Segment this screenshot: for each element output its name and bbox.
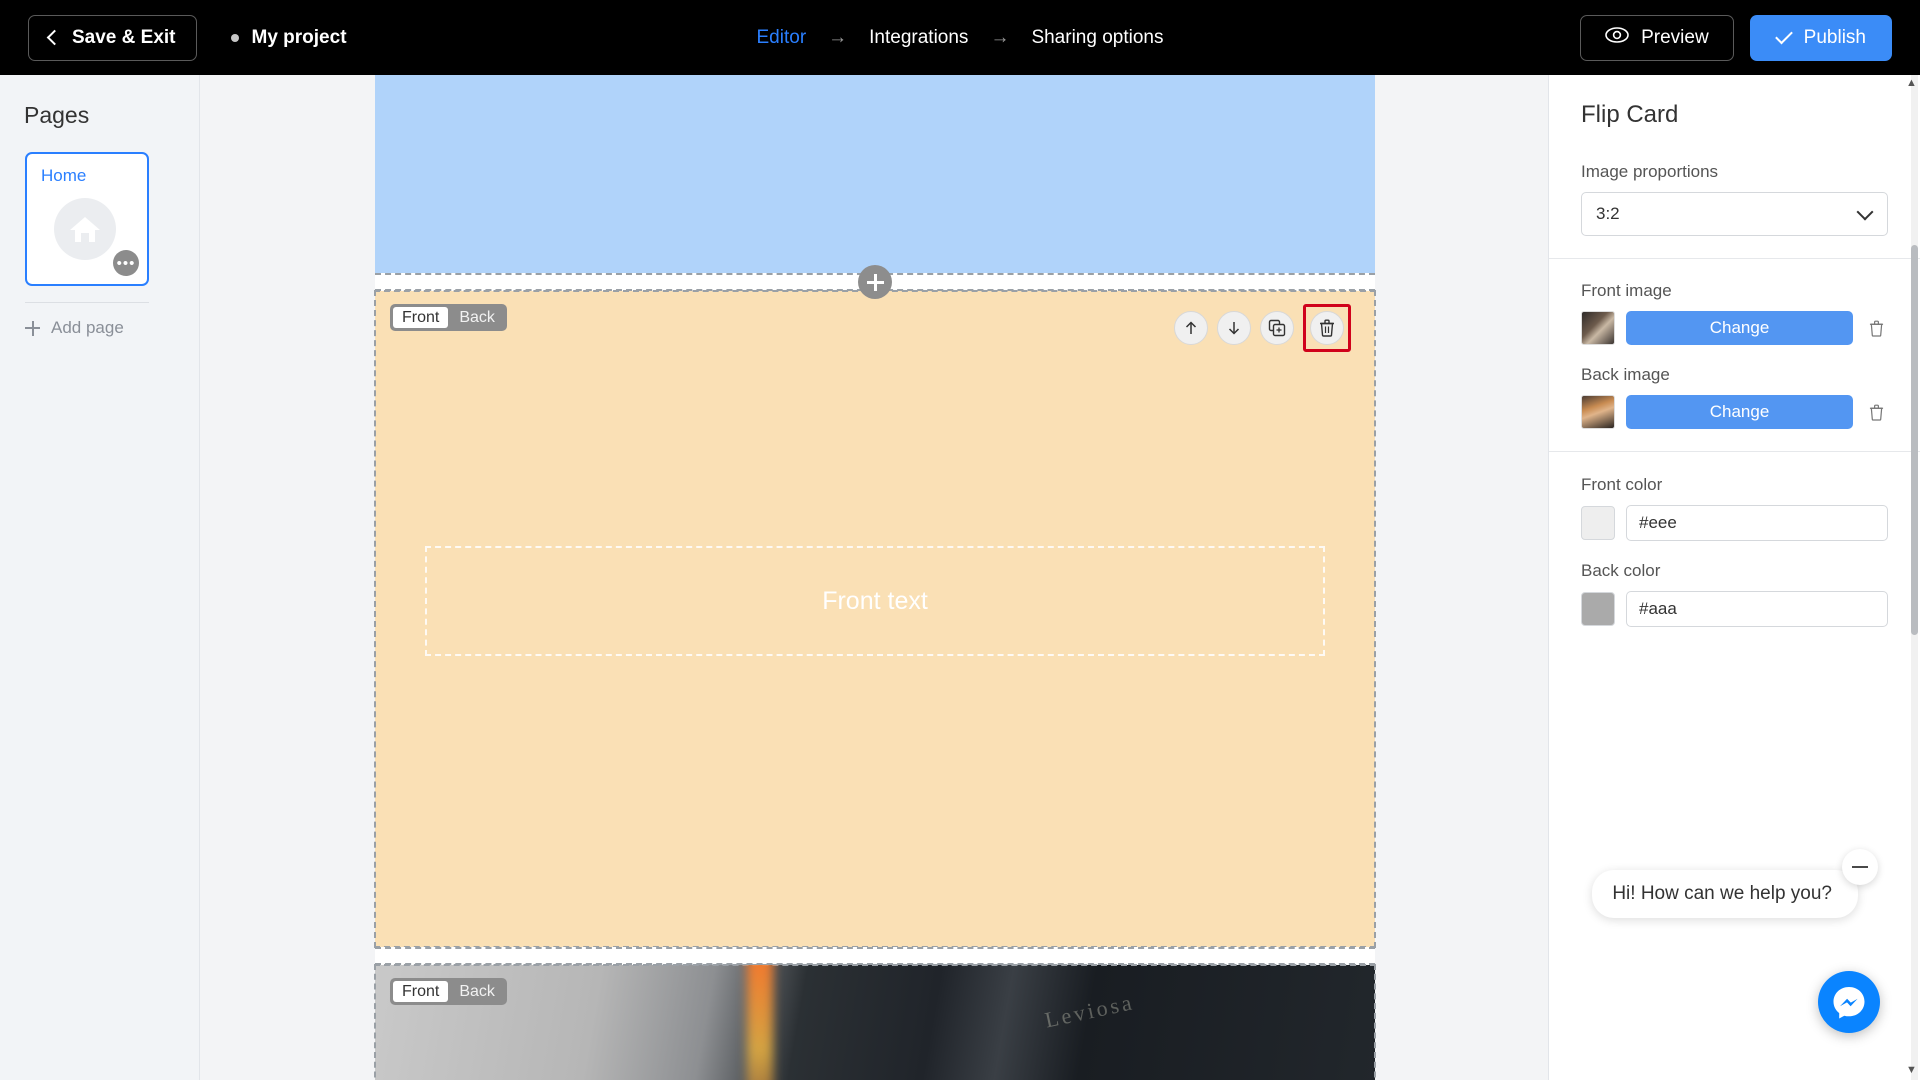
back-image-thumbnail[interactable] <box>1581 395 1615 429</box>
front-image-row: Change <box>1581 311 1888 345</box>
properties-panel: Flip Card Image proportions 3:2 Front im… <box>1548 75 1920 1080</box>
top-bar-actions: Preview Publish <box>1580 14 1892 61</box>
back-color-swatch[interactable] <box>1581 592 1615 626</box>
breadcrumb-item-integrations[interactable]: Integrations <box>869 27 968 49</box>
delete-button-highlight <box>1303 304 1351 352</box>
image-proportions-group: Image proportions 3:2 <box>1549 162 1920 236</box>
messenger-icon <box>1833 987 1865 1019</box>
scroll-up-arrow-icon[interactable]: ▲ <box>1905 77 1918 89</box>
panel-title: Flip Card <box>1581 101 1679 128</box>
breadcrumb-item-sharing-options[interactable]: Sharing options <box>1031 27 1163 49</box>
delete-button[interactable] <box>1310 311 1344 345</box>
project-name-indicator: My project <box>230 26 347 49</box>
image-proportions-label: Image proportions <box>1581 162 1719 181</box>
move-down-button[interactable] <box>1217 311 1251 345</box>
toggle-option-back[interactable]: Back <box>450 307 504 328</box>
back-color-group: Back color <box>1549 561 1920 627</box>
preview-label: Preview <box>1641 26 1709 48</box>
front-color-group: Front color <box>1549 475 1920 541</box>
back-image-group: Back image Change <box>1549 365 1920 429</box>
page-content: Front Back Front text Leviosa Front Back <box>374 75 1376 1080</box>
chat-greeting-bubble[interactable]: Hi! How can we help you? <box>1592 870 1858 918</box>
back-color-label: Back color <box>1581 561 1661 580</box>
check-icon <box>1774 26 1793 45</box>
section-toolbar <box>1174 304 1351 352</box>
section-separator <box>375 265 1375 299</box>
section-flip-card-2[interactable]: Leviosa Front Back <box>374 964 1376 1080</box>
front-image-thumbnail[interactable] <box>1581 311 1615 345</box>
editor-app: Save & Exit My project Editor → Integrat… <box>0 0 1920 1080</box>
scroll-down-arrow-icon[interactable]: ▼ <box>1905 1064 1918 1076</box>
change-front-image-button[interactable]: Change <box>1626 311 1853 345</box>
front-back-toggle-2[interactable]: Front Back <box>390 978 507 1005</box>
image-proportions-select[interactable]: 3:2 <box>1581 192 1888 236</box>
save-and-exit-label: Save & Exit <box>72 26 176 48</box>
preview-button[interactable]: Preview <box>1580 14 1734 61</box>
minus-icon <box>1852 865 1868 869</box>
save-and-exit-button[interactable]: Save & Exit <box>28 14 197 61</box>
chat-minimize-button[interactable] <box>1842 849 1878 885</box>
front-image-label: Front image <box>1581 281 1672 300</box>
move-up-button[interactable] <box>1174 311 1208 345</box>
add-page-label: Add page <box>51 318 124 337</box>
duplicate-button[interactable] <box>1260 311 1294 345</box>
page-card-label: Home <box>41 166 87 185</box>
back-color-input[interactable] <box>1626 591 1888 627</box>
front-color-input[interactable] <box>1626 505 1888 541</box>
home-icon <box>54 198 116 260</box>
panel-divider <box>1549 451 1920 452</box>
front-image-group: Front image Change <box>1549 281 1920 345</box>
delete-back-image-button[interactable] <box>1864 404 1888 421</box>
breadcrumb-item-editor[interactable]: Editor <box>757 27 807 49</box>
chevron-down-icon <box>1856 203 1874 220</box>
project-name-label: My project <box>251 26 347 48</box>
arrow-right-icon: → <box>990 26 1010 48</box>
pages-sidebar: Pages Home ••• Add page <box>0 75 200 1080</box>
editor-canvas: Front Back Front text Leviosa Front Back <box>200 75 1548 1080</box>
photo-flare <box>747 965 773 1080</box>
toggle-option-back[interactable]: Back <box>450 981 504 1002</box>
delete-front-image-button[interactable] <box>1864 320 1888 337</box>
plus-icon <box>25 320 40 336</box>
back-image-row: Change <box>1581 395 1888 429</box>
toggle-option-front[interactable]: Front <box>393 981 449 1002</box>
chevron-left-icon <box>46 29 63 46</box>
publish-label: Publish <box>1803 26 1866 48</box>
plus-icon <box>866 273 884 291</box>
panel-scrollbar-thumb[interactable] <box>1911 245 1918 635</box>
breadcrumb: Editor → Integrations → Sharing options <box>757 27 1164 49</box>
arrow-right-icon: → <box>828 26 848 48</box>
messenger-launcher-button[interactable] <box>1818 971 1880 1033</box>
front-color-swatch[interactable] <box>1581 506 1615 540</box>
back-image-label: Back image <box>1581 365 1670 384</box>
add-page-button[interactable]: Add page <box>25 302 149 338</box>
chalkboard-text: Leviosa <box>1042 989 1137 1033</box>
pages-title: Pages <box>24 102 90 128</box>
back-color-row <box>1581 591 1888 627</box>
front-color-row <box>1581 505 1888 541</box>
section-flip-card[interactable]: Front Back Front text <box>374 290 1376 948</box>
add-section-button[interactable] <box>858 265 892 299</box>
status-dot-icon <box>230 33 239 42</box>
page-card-home[interactable]: Home ••• <box>25 152 149 286</box>
eye-icon <box>1605 26 1629 49</box>
panel-divider <box>1549 258 1920 259</box>
publish-button[interactable]: Publish <box>1749 14 1892 61</box>
image-proportions-value: 3:2 <box>1596 204 1620 223</box>
section-hero[interactable] <box>375 75 1375 273</box>
change-back-image-button[interactable]: Change <box>1626 395 1853 429</box>
front-back-toggle[interactable]: Front Back <box>390 304 507 331</box>
front-color-label: Front color <box>1581 475 1663 494</box>
toggle-option-front[interactable]: Front <box>393 307 449 328</box>
top-bar: Save & Exit My project Editor → Integrat… <box>0 0 1920 75</box>
page-card-menu-button[interactable]: ••• <box>113 250 139 276</box>
section-separator <box>375 947 1375 965</box>
front-text-placeholder[interactable]: Front text <box>425 546 1325 656</box>
